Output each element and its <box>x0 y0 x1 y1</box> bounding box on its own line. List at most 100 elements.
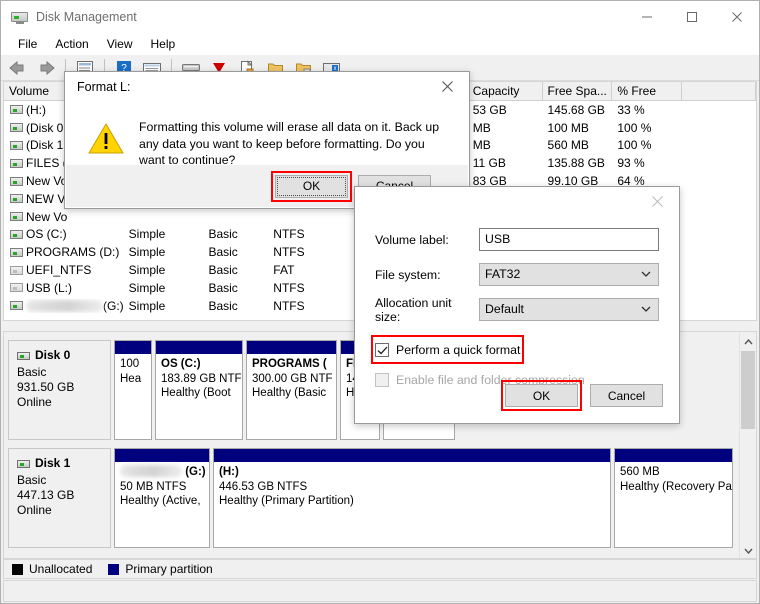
allocation-unit-select[interactable]: Default <box>479 298 659 321</box>
format-field-row: Allocation unit size: Default <box>375 295 661 324</box>
file-system-select[interactable]: FAT32 <box>479 263 659 286</box>
partition-block[interactable]: (G:) 50 MB NTFS Healthy (Active, <box>114 448 210 548</box>
quick-format-highlight: Perform a quick format <box>370 335 525 364</box>
menu-item-file[interactable]: File <box>9 34 46 54</box>
file-system-cell: NTFS <box>273 298 305 313</box>
percent-free-cell: 100 % <box>617 138 652 153</box>
volume-icon <box>10 105 23 115</box>
graphical-view-scrollbar[interactable] <box>739 333 756 558</box>
volume-column-header[interactable]: Free Spa... <box>543 82 613 100</box>
volume-column-header[interactable]: % Free <box>612 82 683 100</box>
free-space-cell: 135.88 GB <box>547 156 605 171</box>
type-cell: Basic <box>208 280 238 295</box>
menu-item-view[interactable]: View <box>98 34 142 54</box>
volume-label-input[interactable]: USB <box>479 228 659 251</box>
close-icon[interactable] <box>714 1 759 32</box>
volume-icon <box>10 140 23 150</box>
percent-free-cell: 33 % <box>617 102 645 117</box>
partition-text: (G:) 50 MB NTFS Healthy (Active, <box>115 462 209 509</box>
partition-status: Healthy (Active, <box>120 495 201 507</box>
disk-row[interactable]: Disk 1 Basic 447.13 GB Online (G:) 50 MB NTF… <box>8 448 736 548</box>
disk-header: Disk 0 <box>17 348 110 363</box>
volume-icon <box>10 229 23 239</box>
free-space-cell: 145.68 GB <box>547 102 605 117</box>
partition-text: PROGRAMS (300.00 GB NTF Healthy (Basic <box>247 354 336 401</box>
capacity-cell: 11 GB <box>472 156 506 171</box>
disk-icon <box>11 10 28 24</box>
partition-capacity-bar <box>214 449 610 462</box>
free-space-cell: 560 MB <box>547 138 589 153</box>
partition-block[interactable]: (H:) 446.53 GB NTFS Healthy (Primary Parti… <box>213 448 611 548</box>
volume-column-header[interactable] <box>682 82 756 100</box>
maximize-icon[interactable] <box>669 1 714 32</box>
partition-block[interactable]: OS (C:) 183.89 GB NTF Healthy (Boot <box>155 340 243 440</box>
disk-info-panel[interactable]: Disk 0 Basic 931.50 GB Online <box>8 340 111 440</box>
type-cell: Basic <box>208 298 238 313</box>
menu-item-help[interactable]: Help <box>142 34 185 54</box>
partition-text: OS (C:) 183.89 GB NTF Healthy (Boot <box>156 354 242 401</box>
redacted-volume-name <box>26 299 103 312</box>
format-options-dialog: Volume label: USB File system: FAT32 Allocat… <box>354 186 680 424</box>
partition-name: OS (C:) <box>161 357 238 372</box>
minimize-icon[interactable] <box>624 1 669 32</box>
capacity-cell: MB <box>472 138 491 153</box>
partition-block[interactable]: 560 MB Healthy (Recovery Partition) <box>614 448 733 548</box>
field-label: Volume label: <box>375 232 449 247</box>
chevron-up-icon[interactable] <box>740 333 756 350</box>
partition-capacity-bar <box>115 449 209 462</box>
legend: Unallocated Primary partition <box>3 559 757 579</box>
volume-column-header[interactable]: Capacity <box>468 82 543 100</box>
file-system-cell: NTFS <box>273 245 305 260</box>
disk-info-panel[interactable]: Disk 1 Basic 447.13 GB Online <box>8 448 111 548</box>
volume-name-cell: PROGRAMS (D:) <box>4 245 124 259</box>
layout-cell: Simple <box>128 263 166 278</box>
field-label: Allocation unit size: <box>375 295 452 324</box>
layout-cell: Simple <box>128 298 166 313</box>
quick-format-checkbox-row[interactable]: Perform a quick format <box>375 343 520 357</box>
ok-button[interactable]: OK <box>505 384 578 407</box>
compression-checkbox[interactable] <box>375 373 389 387</box>
disk-icon <box>17 351 30 360</box>
chevron-down-icon[interactable] <box>740 542 756 558</box>
format-options-body: Volume label: USB File system: FAT32 Allocat… <box>355 216 679 387</box>
volume-name-cell: USB (L:) <box>4 281 124 295</box>
volume-icon <box>10 176 23 186</box>
volume-label: USB (L:) <box>26 280 73 295</box>
disk-state: Online <box>17 503 52 517</box>
disk-state: Online <box>17 395 52 409</box>
volume-label: PROGRAMS (D:) <box>26 245 120 260</box>
partition-block[interactable]: PROGRAMS (300.00 GB NTF Healthy (Basic <box>246 340 337 440</box>
type-cell: Basic <box>208 227 238 242</box>
menu-item-action[interactable]: Action <box>46 34 97 54</box>
back-arrow-icon[interactable] <box>5 56 31 80</box>
ok-button[interactable]: OK <box>275 174 348 198</box>
volume-label: UEFI_NTFS <box>26 263 92 278</box>
volume-label: (H:) <box>26 102 46 117</box>
partition-text: (H:) 446.53 GB NTFS Healthy (Primary Parti… <box>214 462 610 509</box>
partition-name-text: (G:) <box>182 466 206 478</box>
close-icon[interactable] <box>635 187 679 216</box>
percent-free-cell: 93 % <box>617 156 645 171</box>
cancel-button[interactable]: Cancel <box>590 384 663 407</box>
scrollbar-thumb[interactable] <box>741 351 755 429</box>
volume-label: (G:) <box>102 298 124 313</box>
warning-triangle-icon <box>87 119 131 169</box>
quick-format-checkbox[interactable] <box>375 343 389 357</box>
disk-name: Disk 0 <box>35 348 71 362</box>
chevron-down-icon <box>641 264 651 285</box>
partition-name: (G:) <box>120 465 206 480</box>
ok-button-highlight: OK <box>271 170 352 202</box>
chevron-down-icon <box>641 299 651 320</box>
partition-block[interactable]: 100 Hea <box>114 340 152 440</box>
volume-icon <box>10 194 23 204</box>
legend-label: Unallocated <box>29 562 93 576</box>
close-icon[interactable] <box>425 72 469 101</box>
forward-arrow-icon[interactable] <box>33 56 59 80</box>
disk-header: Disk 1 <box>17 456 110 471</box>
checkbox-label: Perform a quick format <box>396 343 521 357</box>
partition-size: 183.89 GB NTF <box>161 372 242 385</box>
partition-size: 100 <box>120 358 140 370</box>
dialog-title-bar: Format L: <box>65 72 469 101</box>
disk-management-window: Disk Management File Action View Help ? … <box>0 0 760 604</box>
capacity-cell: 53 GB <box>472 102 507 117</box>
